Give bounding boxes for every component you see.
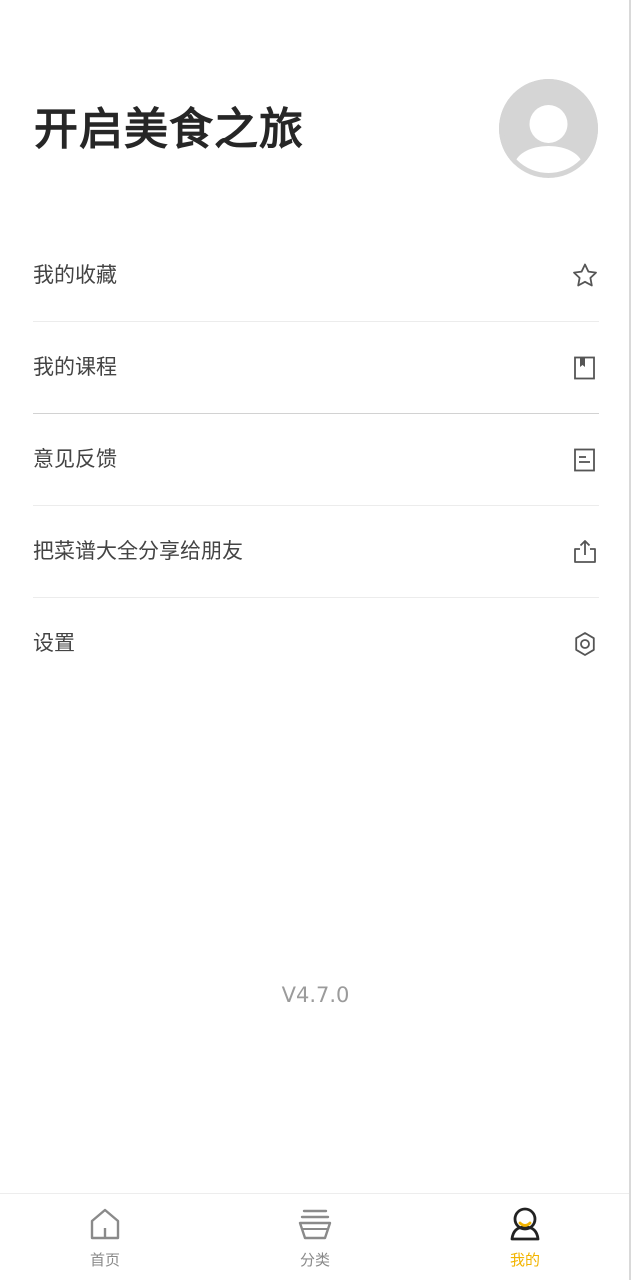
menu-item-label: 把菜谱大全分享给朋友 xyxy=(33,539,243,563)
share-icon xyxy=(571,538,599,566)
menu-item-label: 设置 xyxy=(33,631,75,655)
home-icon xyxy=(87,1206,123,1242)
gear-icon xyxy=(571,630,599,658)
version-label: V4.7.0 xyxy=(281,983,350,1007)
feedback-note-icon xyxy=(571,446,599,474)
menu-item-label: 我的收藏 xyxy=(33,263,117,287)
menu-item-feedback[interactable]: 意见反馈 xyxy=(33,414,599,506)
menu-list: 我的收藏 我的课程 意见反馈 把菜谱大全分享给朋友 设置 xyxy=(33,230,599,689)
tab-label: 我的 xyxy=(509,1251,540,1269)
tab-mine[interactable]: 我的 xyxy=(420,1194,630,1281)
avatar[interactable] xyxy=(499,79,598,178)
star-icon xyxy=(571,262,599,290)
tab-label: 首页 xyxy=(89,1251,120,1269)
bowl-icon xyxy=(297,1206,333,1242)
bookmark-book-icon xyxy=(571,354,599,382)
tab-home[interactable]: 首页 xyxy=(0,1194,210,1281)
menu-item-settings[interactable]: 设置 xyxy=(33,598,599,689)
menu-item-label: 我的课程 xyxy=(33,355,117,379)
bottom-tab-bar: 首页 分类 我的 xyxy=(0,1193,629,1281)
user-placeholder-icon xyxy=(499,79,598,178)
menu-item-label: 意见反馈 xyxy=(33,447,117,471)
menu-item-share[interactable]: 把菜谱大全分享给朋友 xyxy=(33,506,599,598)
tab-label: 分类 xyxy=(299,1251,330,1269)
menu-item-courses[interactable]: 我的课程 xyxy=(33,322,599,414)
page-title: 开启美食之旅 xyxy=(34,104,304,155)
tab-category[interactable]: 分类 xyxy=(210,1194,420,1281)
profile-icon xyxy=(507,1206,543,1242)
menu-item-favorites[interactable]: 我的收藏 xyxy=(33,230,599,322)
profile-header: 开启美食之旅 xyxy=(0,0,631,200)
